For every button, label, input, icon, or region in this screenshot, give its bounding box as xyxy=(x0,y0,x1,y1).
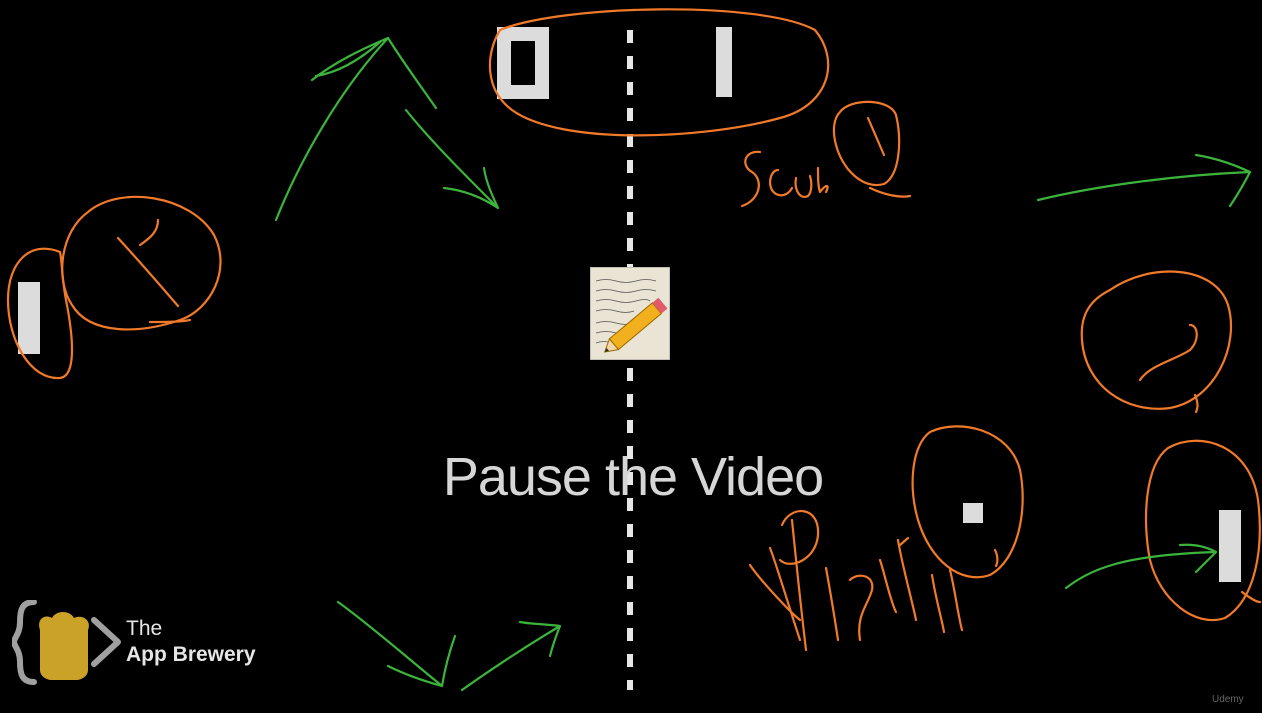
arrow-right-top xyxy=(1036,153,1252,208)
score-right-digit xyxy=(716,27,732,97)
ball-circle xyxy=(911,425,1024,579)
ball xyxy=(963,503,983,523)
score-small-loop xyxy=(832,100,901,187)
right-paddle xyxy=(1219,510,1241,582)
paddle-note-scribble xyxy=(748,510,964,652)
logo-line1: The xyxy=(126,617,163,640)
notepad-pencil-icon xyxy=(590,267,670,360)
left-paddle xyxy=(18,282,40,354)
bounce-arrow-down xyxy=(404,108,500,210)
udemy-watermark: Udemy xyxy=(1212,694,1244,705)
score-left-digit xyxy=(497,27,549,99)
bounce-arrow-bottom xyxy=(336,600,562,692)
right-big-circle xyxy=(1080,270,1233,410)
score-note-scribble xyxy=(740,150,829,208)
left-big-circle xyxy=(61,195,222,331)
right-paddle-circle xyxy=(1144,439,1261,621)
slide-title: Pause the Video xyxy=(442,447,824,507)
center-net xyxy=(627,30,633,690)
bounce-arrow-top xyxy=(274,36,438,222)
arrow-to-right-paddle xyxy=(1064,543,1218,590)
logo-line2: App Brewery xyxy=(126,643,256,666)
pong-slide: Pause the Video The App Brewery Udemy xyxy=(0,0,1262,713)
